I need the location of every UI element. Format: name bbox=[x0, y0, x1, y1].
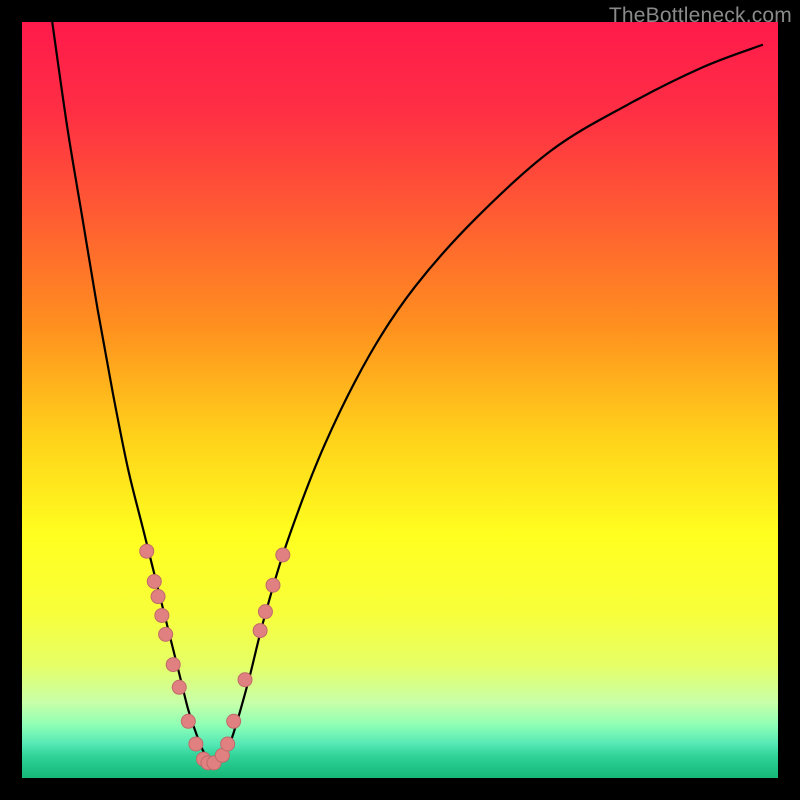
watermark-text: TheBottleneck.com bbox=[609, 4, 792, 28]
curve-marker bbox=[140, 544, 154, 558]
curve-marker bbox=[266, 578, 280, 592]
chart-frame bbox=[22, 22, 778, 778]
curve-marker bbox=[258, 605, 272, 619]
curve-marker bbox=[159, 627, 173, 641]
curve-marker bbox=[166, 658, 180, 672]
curve-marker bbox=[155, 608, 169, 622]
curve-marker bbox=[181, 714, 195, 728]
curve-marker bbox=[147, 574, 161, 588]
curve-marker bbox=[276, 548, 290, 562]
curve-marker bbox=[151, 590, 165, 604]
curve-marker bbox=[238, 673, 252, 687]
gradient-background bbox=[22, 22, 778, 778]
bottleneck-chart bbox=[22, 22, 778, 778]
curve-marker bbox=[227, 714, 241, 728]
curve-marker bbox=[172, 680, 186, 694]
curve-marker bbox=[221, 737, 235, 751]
curve-marker bbox=[189, 737, 203, 751]
curve-marker bbox=[253, 624, 267, 638]
